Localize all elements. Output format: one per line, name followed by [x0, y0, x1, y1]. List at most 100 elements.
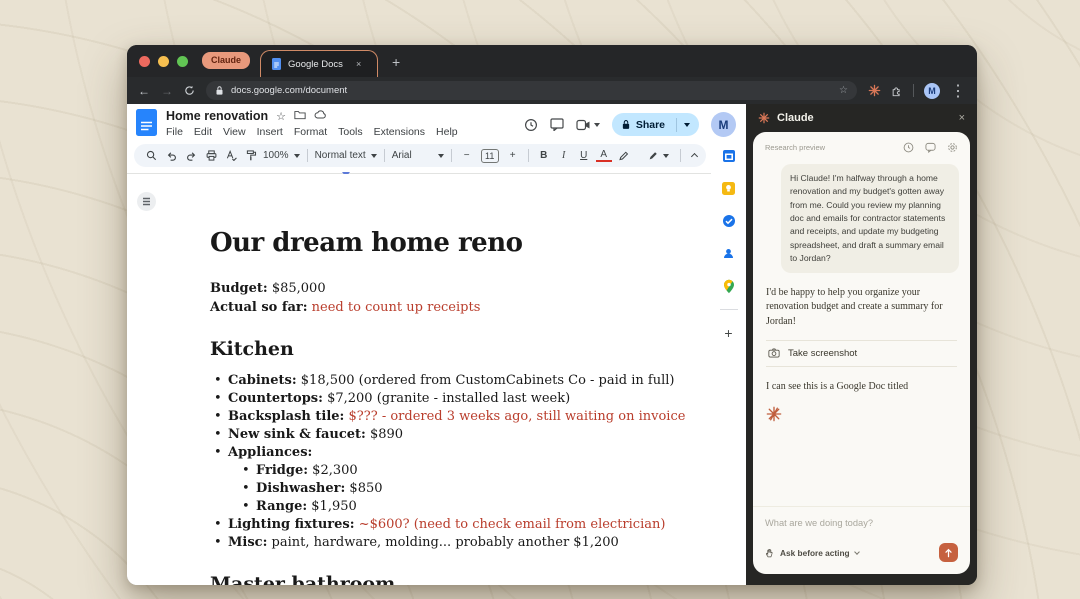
- star-document-icon[interactable]: ☆: [276, 110, 286, 123]
- italic-button[interactable]: I: [556, 150, 572, 161]
- menu-help[interactable]: Help: [436, 126, 458, 138]
- menu-extensions[interactable]: Extensions: [374, 126, 425, 138]
- chevron-down-icon: [594, 123, 600, 130]
- close-panel-icon[interactable]: ×: [959, 112, 965, 124]
- permission-mode-select[interactable]: Ask before acting: [765, 548, 859, 558]
- get-addons-button[interactable]: +: [724, 325, 732, 341]
- claude-input-area[interactable]: What are we doing today? Ask before acti…: [753, 506, 970, 574]
- font-size-decrease[interactable]: −: [459, 150, 475, 161]
- back-icon[interactable]: ←: [138, 85, 150, 97]
- browser-profile-avatar[interactable]: M: [924, 83, 940, 99]
- bullet-countertops: Countertops: $7,200 (granite - installed…: [210, 390, 690, 408]
- doc-file-icon: [272, 58, 281, 70]
- redo-icon[interactable]: [183, 151, 199, 161]
- share-lock-icon: [621, 119, 631, 130]
- new-tab-button[interactable]: +: [392, 54, 400, 70]
- share-label: Share: [636, 119, 665, 131]
- tab-google-docs[interactable]: Google Docs ×: [260, 50, 378, 77]
- highlight-icon[interactable]: [616, 150, 632, 161]
- underline-button[interactable]: U: [576, 150, 592, 161]
- bookmark-star-icon[interactable]: ☆: [839, 85, 848, 96]
- spellcheck-icon[interactable]: [223, 150, 239, 161]
- chat-input-placeholder[interactable]: What are we doing today?: [765, 518, 958, 528]
- print-icon[interactable]: [203, 150, 219, 161]
- font-size-increase[interactable]: +: [505, 150, 521, 161]
- video-call-control[interactable]: [576, 119, 600, 131]
- send-button[interactable]: [939, 543, 958, 562]
- move-folder-icon[interactable]: [294, 110, 306, 120]
- keep-icon[interactable]: [722, 182, 735, 195]
- font-size-field[interactable]: 11: [481, 149, 499, 163]
- hide-menus-icon[interactable]: [691, 153, 698, 160]
- maps-icon[interactable]: [723, 279, 735, 294]
- document-title[interactable]: Home renovation: [166, 109, 268, 123]
- docs-toolbar: 100% Normal text Arial − 11 + B I U A: [134, 144, 706, 167]
- doc-heading: Our dream home reno: [210, 226, 690, 260]
- docs-header: Home renovation ☆ File Edit View Insert …: [127, 104, 746, 141]
- zoom-window-button[interactable]: [177, 56, 188, 67]
- paragraph-style-select[interactable]: Normal text: [315, 150, 377, 161]
- menu-view[interactable]: View: [223, 126, 246, 138]
- editing-mode-select[interactable]: [648, 150, 669, 161]
- text-color-button[interactable]: A: [596, 150, 612, 162]
- send-arrow-icon: [944, 548, 953, 558]
- browser-menu-icon[interactable]: ⋮: [950, 81, 966, 101]
- extensions-icon[interactable]: [891, 85, 903, 97]
- cloud-status-icon[interactable]: [314, 110, 327, 119]
- tab-close-icon[interactable]: ×: [356, 59, 361, 69]
- close-window-button[interactable]: [139, 56, 150, 67]
- version-history-icon[interactable]: [524, 118, 538, 132]
- calendar-icon[interactable]: [722, 149, 736, 163]
- claude-extension-icon[interactable]: [868, 84, 881, 97]
- bullet-range: Range: $1,950: [238, 498, 690, 516]
- menu-tools[interactable]: Tools: [338, 126, 363, 138]
- tool-use-row[interactable]: Take screenshot: [766, 340, 957, 367]
- window-controls: [139, 56, 188, 67]
- tab-title: Google Docs: [288, 59, 343, 70]
- document-canvas[interactable]: Our dream home reno Budget: $85,000 Actu…: [127, 174, 711, 585]
- reload-icon[interactable]: [184, 85, 195, 96]
- address-bar[interactable]: docs.google.com/document ☆: [206, 81, 857, 100]
- paint-format-icon[interactable]: [243, 150, 259, 161]
- search-menus-icon[interactable]: [143, 150, 159, 161]
- minimize-window-button[interactable]: [158, 56, 169, 67]
- bold-button[interactable]: B: [536, 150, 552, 161]
- comments-icon[interactable]: [550, 118, 564, 131]
- share-button[interactable]: Share: [612, 113, 699, 136]
- tasks-icon[interactable]: [722, 214, 736, 228]
- bullet-misc: Misc: paint, hardware, molding... probab…: [210, 534, 690, 552]
- bullet-lighting: Lighting fixtures: ~$600? (need to check…: [210, 516, 690, 534]
- menu-file[interactable]: File: [166, 126, 183, 138]
- share-chevron-icon[interactable]: [684, 123, 690, 130]
- zoom-select[interactable]: 100%: [263, 150, 300, 161]
- master-bathroom-heading: Master bathroom: [210, 572, 690, 585]
- user-message: Hi Claude! I'm halfway through a home re…: [781, 164, 959, 273]
- font-select[interactable]: Arial: [392, 150, 444, 161]
- contacts-icon[interactable]: [722, 247, 735, 260]
- claude-extension-badge[interactable]: Claude: [202, 52, 250, 69]
- navbar-divider: [913, 84, 914, 97]
- docs-menubar: File Edit View Insert Format Tools Exten…: [166, 126, 458, 138]
- forward-icon[interactable]: →: [161, 85, 173, 97]
- menu-format[interactable]: Format: [294, 126, 327, 138]
- new-chat-icon[interactable]: [925, 142, 936, 153]
- outline-grid-icon: [142, 197, 151, 206]
- menu-edit[interactable]: Edit: [194, 126, 212, 138]
- settings-gear-icon[interactable]: [947, 142, 958, 153]
- assistant-message-2: I can see this is a Google Doc titled: [766, 380, 957, 394]
- google-docs-logo[interactable]: [136, 109, 157, 136]
- document-outline-button[interactable]: [137, 192, 156, 211]
- tool-action-label: Take screenshot: [788, 348, 857, 359]
- menu-insert[interactable]: Insert: [257, 126, 283, 138]
- bullet-cabinets: Cabinets: $18,500 (ordered from CustomCa…: [210, 372, 690, 390]
- claude-chat-card: Research preview Hi Claude! I'm halfway …: [753, 132, 970, 574]
- url-text: docs.google.com/document: [231, 85, 347, 96]
- chat-history-icon[interactable]: [903, 142, 914, 153]
- undo-icon[interactable]: [163, 151, 179, 161]
- actual-line: Actual so far: need to count up receipts: [210, 299, 690, 318]
- assistant-message: I'd be happy to help you organize your r…: [766, 286, 957, 329]
- account-avatar[interactable]: M: [711, 112, 736, 137]
- bullet-dishwasher: Dishwasher: $850: [238, 480, 690, 498]
- mode-chevron-icon: [854, 549, 860, 555]
- bullet-fridge: Fridge: $2,300: [238, 462, 690, 480]
